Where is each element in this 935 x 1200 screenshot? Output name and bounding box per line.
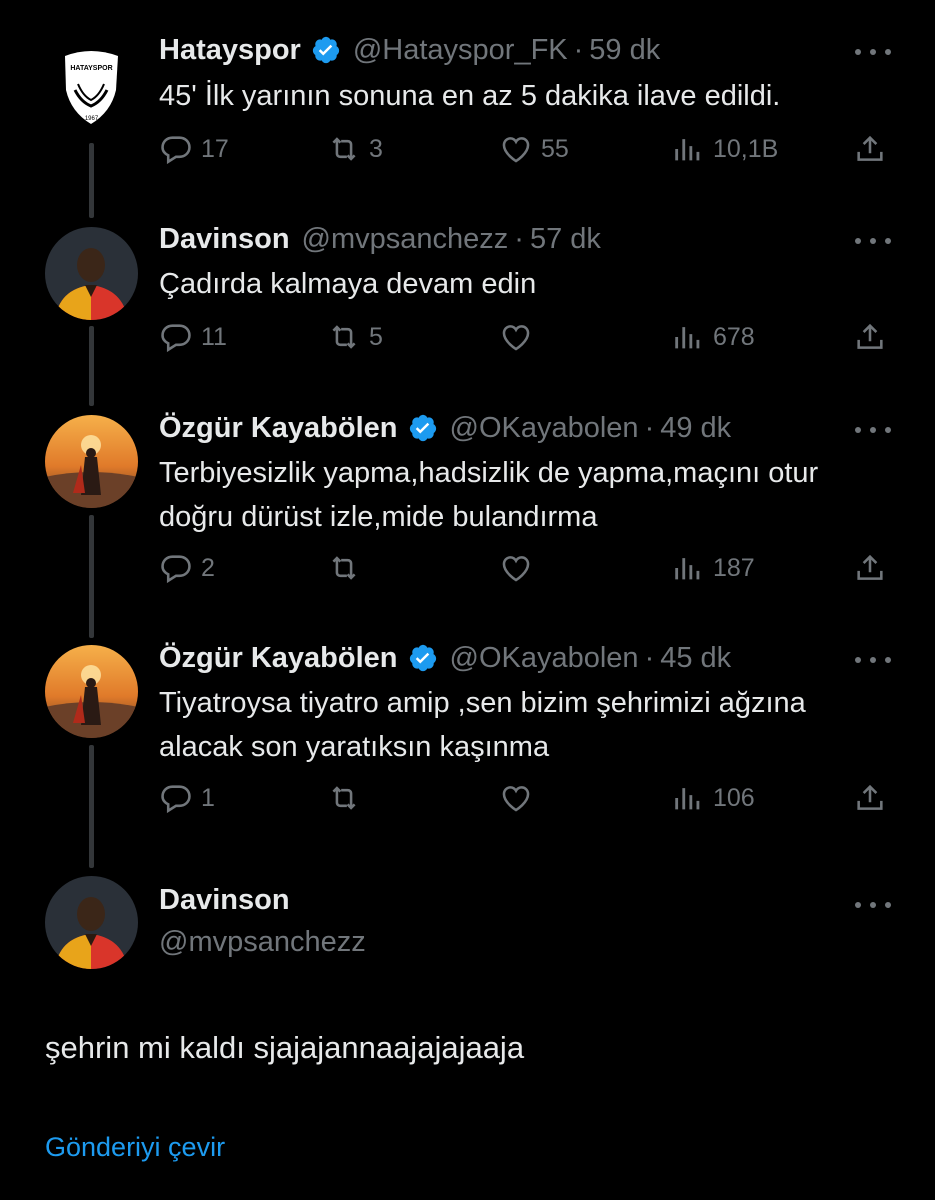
avatar[interactable] bbox=[45, 876, 138, 969]
retweet-button[interactable] bbox=[327, 551, 369, 585]
reply-button[interactable]: 11 bbox=[159, 320, 227, 354]
reply-button[interactable]: 1 bbox=[159, 781, 215, 815]
share-button[interactable] bbox=[853, 132, 887, 166]
retweet-icon bbox=[332, 325, 356, 349]
timestamp[interactable]: 57 dk bbox=[530, 223, 601, 256]
retweet-button[interactable] bbox=[327, 781, 369, 815]
reply-count: 17 bbox=[201, 134, 229, 163]
analytics-icon bbox=[675, 139, 700, 161]
more-options-icon[interactable] bbox=[855, 650, 891, 670]
analytics-icon bbox=[675, 788, 700, 810]
author-handle[interactable]: @mvpsanchezz bbox=[159, 926, 366, 959]
tweet-header: Özgür Kayabölen @OKayabolen · 45 dk bbox=[159, 641, 732, 675]
views-button[interactable]: 187 bbox=[671, 551, 755, 585]
retweet-button[interactable]: 5 bbox=[327, 320, 383, 354]
logo-text: HATAYSPOR bbox=[70, 65, 112, 72]
share-button[interactable] bbox=[853, 551, 887, 585]
avatar[interactable]: HATAYSPOR 1967 bbox=[45, 38, 138, 131]
timestamp[interactable]: 45 dk bbox=[660, 642, 731, 675]
author-name[interactable]: Davinson bbox=[159, 884, 290, 917]
tweet-header: Özgür Kayabölen @OKayabolen · 49 dk bbox=[159, 411, 732, 445]
translate-link[interactable]: Gönderiyi çevir bbox=[45, 1132, 225, 1163]
thread-line bbox=[89, 326, 94, 406]
retweet-count: 3 bbox=[369, 134, 383, 163]
tweet-header: Hatayspor @Hatayspor_FK · 59 dk bbox=[159, 33, 661, 67]
retweet-icon bbox=[332, 786, 356, 810]
like-button[interactable]: 55 bbox=[499, 132, 569, 166]
heart-icon bbox=[502, 325, 530, 351]
reply-icon bbox=[161, 555, 191, 584]
reply-icon bbox=[161, 136, 191, 165]
author-name[interactable]: Davinson bbox=[159, 223, 290, 256]
tweet-text: Terbiyesizlik yapma,hadsizlik de yapma,m… bbox=[159, 457, 819, 533]
author-name[interactable]: Özgür Kayabölen bbox=[159, 412, 398, 445]
action-bar: 11 5 678 bbox=[159, 320, 895, 360]
reply-count: 1 bbox=[201, 783, 215, 812]
analytics-icon bbox=[675, 327, 700, 349]
view-count: 678 bbox=[713, 322, 755, 351]
view-count: 106 bbox=[713, 783, 755, 812]
timestamp[interactable]: 49 dk bbox=[660, 412, 731, 445]
tweet-text: şehrin mi kaldı sjajajannaajajajaaja bbox=[45, 1030, 525, 1065]
author-name[interactable]: Özgür Kayabölen bbox=[159, 642, 398, 675]
views-button[interactable]: 678 bbox=[671, 320, 755, 354]
reply-button[interactable]: 2 bbox=[159, 551, 215, 585]
reply-count: 2 bbox=[201, 553, 215, 582]
author-handle[interactable]: @OKayabolen bbox=[450, 412, 639, 445]
action-bar: 1 106 bbox=[159, 781, 895, 821]
like-button[interactable] bbox=[499, 781, 541, 815]
tweet-header: Davinson @mvpsanchezz · 57 dk bbox=[159, 222, 601, 256]
verified-badge-icon bbox=[312, 36, 339, 64]
reply-button[interactable]: 17 bbox=[159, 132, 229, 166]
views-button[interactable]: 10,1B bbox=[671, 132, 778, 166]
more-options-icon[interactable] bbox=[855, 42, 891, 62]
logo-year: 1967 bbox=[85, 116, 99, 122]
verified-badge-icon bbox=[409, 414, 436, 442]
retweet-button[interactable]: 3 bbox=[327, 132, 383, 166]
timestamp[interactable]: 59 dk bbox=[589, 34, 660, 67]
heart-icon bbox=[502, 137, 530, 163]
view-count: 187 bbox=[713, 553, 755, 582]
avatar[interactable] bbox=[45, 645, 138, 738]
author-handle[interactable]: @mvpsanchezz bbox=[302, 223, 509, 256]
thread-line bbox=[89, 745, 94, 868]
action-bar: 17 3 55 10,1B bbox=[159, 132, 895, 172]
share-icon bbox=[857, 135, 883, 161]
views-button[interactable]: 106 bbox=[671, 781, 755, 815]
verified-badge-icon bbox=[409, 644, 436, 672]
author-name[interactable]: Hatayspor bbox=[159, 34, 301, 67]
retweet-count: 5 bbox=[369, 322, 383, 351]
more-options-icon[interactable] bbox=[855, 895, 891, 915]
tweet-text: Tiyatroysa tiyatro amip ,sen bizim şehri… bbox=[159, 687, 806, 763]
like-button[interactable] bbox=[499, 551, 541, 585]
share-icon bbox=[857, 323, 883, 349]
share-icon bbox=[857, 554, 883, 580]
reply-icon bbox=[161, 785, 191, 814]
thread-line bbox=[89, 143, 94, 218]
share-button[interactable] bbox=[853, 781, 887, 815]
tweet-text: Çadırda kalmaya devam edin bbox=[159, 268, 537, 300]
action-bar: 2 187 bbox=[159, 551, 895, 591]
heart-icon bbox=[502, 786, 530, 812]
avatar[interactable] bbox=[45, 415, 138, 508]
tweet-text: 45' İlk yarının sonuna en az 5 dakika il… bbox=[159, 80, 781, 112]
analytics-icon bbox=[675, 558, 700, 580]
heart-icon bbox=[502, 556, 530, 582]
reply-icon bbox=[161, 324, 191, 353]
more-options-icon[interactable] bbox=[855, 420, 891, 440]
view-count: 10,1B bbox=[713, 134, 779, 163]
retweet-icon bbox=[332, 137, 356, 161]
share-icon bbox=[857, 784, 883, 810]
like-button[interactable] bbox=[499, 320, 541, 354]
reply-count: 11 bbox=[201, 322, 227, 351]
like-count: 55 bbox=[541, 134, 569, 163]
author-handle[interactable]: @Hatayspor_FK bbox=[353, 34, 568, 67]
more-options-icon[interactable] bbox=[855, 231, 891, 251]
share-button[interactable] bbox=[853, 320, 887, 354]
author-handle[interactable]: @OKayabolen bbox=[450, 642, 639, 675]
avatar[interactable] bbox=[45, 227, 138, 320]
thread-line bbox=[89, 515, 94, 638]
retweet-icon bbox=[332, 556, 356, 580]
